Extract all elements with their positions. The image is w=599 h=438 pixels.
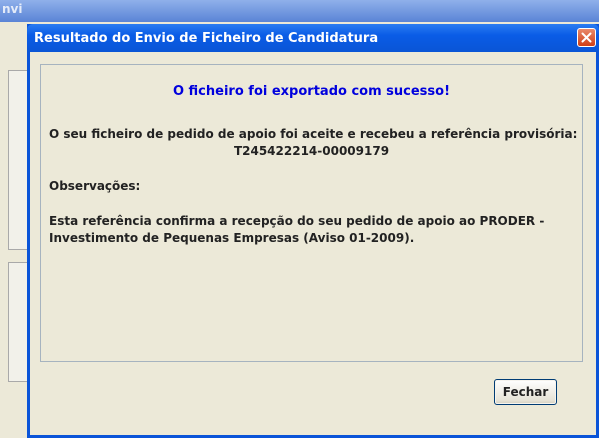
message-panel: O ficheiro foi exportado com sucesso! O … (40, 64, 583, 362)
acceptance-text: O seu ficheiro de pedido de apoio foi ac… (49, 127, 578, 141)
description-line-2: Investimento de Pequenas Empresas (Aviso… (49, 231, 415, 245)
dialog-title: Resultado do Envio de Ficheiro de Candid… (34, 31, 379, 46)
observations-label: Observações: (49, 179, 141, 193)
dialog-titlebar[interactable]: Resultado do Envio de Ficheiro de Candid… (27, 24, 599, 52)
background-window-title: nvi (2, 2, 23, 16)
success-message: O ficheiro foi exportado com sucesso! (172, 84, 451, 99)
dialog-client-area: O ficheiro foi exportado com sucesso! O … (30, 52, 596, 435)
description-line-1: Esta referência confirma a recepção do s… (49, 214, 545, 228)
background-window-titlebar: nvi (0, 0, 599, 22)
result-dialog: Resultado do Envio de Ficheiro de Candid… (27, 24, 599, 438)
provisional-reference: T245422214-00009179 (233, 144, 390, 158)
close-icon (581, 32, 592, 43)
close-button[interactable] (577, 28, 596, 47)
close-dialog-button[interactable]: Fechar (494, 379, 557, 405)
